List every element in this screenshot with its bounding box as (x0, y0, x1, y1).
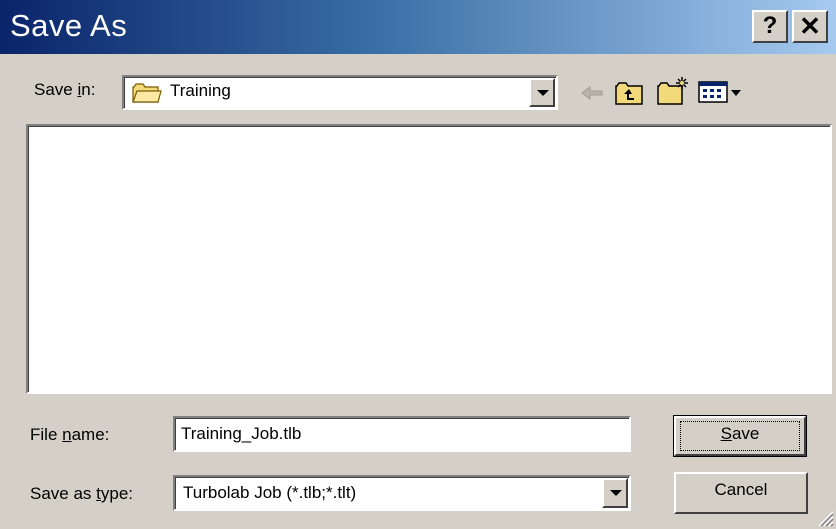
chevron-down-icon[interactable] (529, 78, 555, 107)
close-button[interactable]: ✕ (792, 10, 828, 43)
file-list[interactable] (26, 124, 832, 394)
resize-grip-icon[interactable] (814, 507, 834, 527)
help-button[interactable]: ? (752, 10, 788, 43)
save-in-value: Training (170, 81, 231, 100)
cancel-button-label: Cancel (714, 480, 768, 499)
folder-icon (132, 83, 162, 103)
file-name-input[interactable] (173, 416, 631, 452)
save-as-type-label: Save as type: (30, 484, 134, 503)
up-one-level-icon[interactable] (614, 80, 644, 106)
views-menu-icon[interactable] (698, 80, 744, 104)
file-name-label: File name: (30, 425, 110, 444)
save-button-label: Save (720, 424, 760, 443)
back-arrow-icon[interactable] (580, 84, 604, 102)
chevron-down-icon[interactable] (602, 478, 628, 508)
title-bar[interactable]: Save As ? ✕ (0, 0, 836, 54)
save-as-type-value: Turbolab Job (*.tlb;*.tlt) (183, 483, 357, 502)
new-folder-icon[interactable] (656, 76, 690, 106)
window-title: Save As (10, 8, 128, 43)
save-as-type-dropdown[interactable]: Turbolab Job (*.tlb;*.tlt) (173, 475, 631, 511)
save-button[interactable]: Save (673, 415, 807, 457)
save-in-label: Save in: (34, 80, 96, 99)
save-in-dropdown[interactable]: Training (122, 75, 558, 110)
cancel-button[interactable]: Cancel (674, 472, 808, 514)
